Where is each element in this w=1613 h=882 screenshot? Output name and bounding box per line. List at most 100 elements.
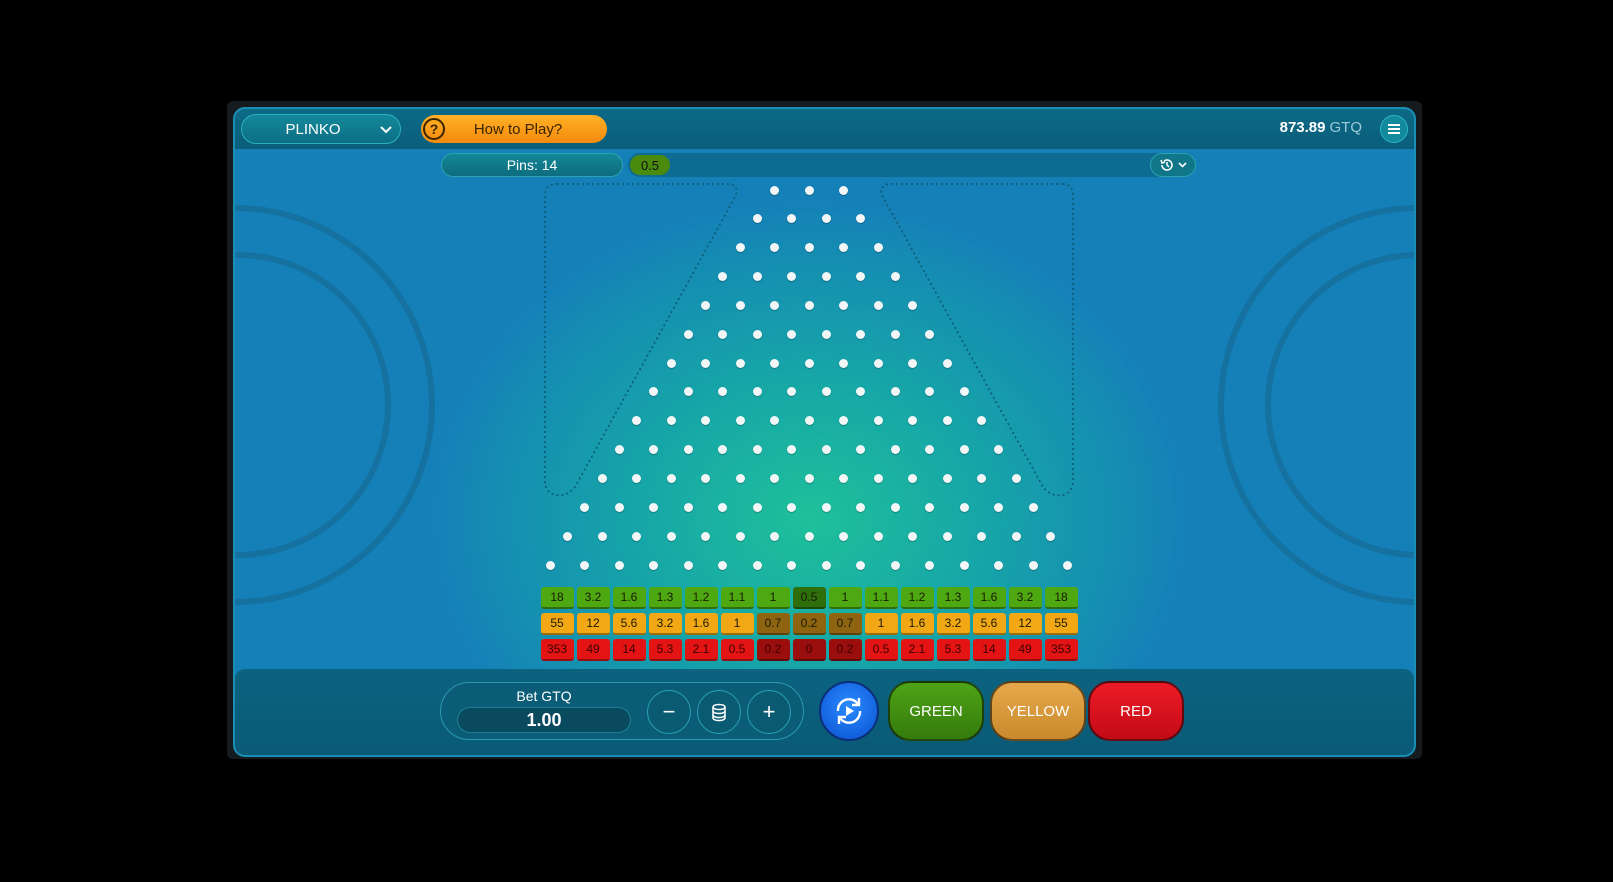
peg [839,300,848,310]
autoplay-icon [836,698,862,724]
peg [804,185,814,195]
peg [752,445,762,455]
green-multiplier-cell: 1 [828,587,862,609]
peg [942,358,952,368]
peg [821,560,831,570]
red-multiplier-cell: 5.3 [936,639,970,661]
yellow-multiplier-cell: 0.2 [792,613,826,635]
green-multiplier-cell: 1 [756,587,790,609]
peg [666,531,676,541]
peg [856,329,866,339]
green-multiplier-cell: 1.1 [864,587,898,609]
bet-panel: Bet GTQ 1.00 − + [440,682,804,740]
peg [545,560,555,570]
yellow-multiplier-cell: 0.7 [828,613,862,635]
peg [804,243,814,253]
red-multiplier-cell: 49 [1008,639,1042,661]
decrease-bet-button[interactable]: − [647,690,691,734]
yellow-multiplier-cell: 12 [1008,613,1042,635]
green-multiplier-cell: 1.6 [972,587,1006,609]
peg [701,474,710,483]
peg [994,560,1004,570]
red-multiplier-cell: 0 [792,639,826,661]
red-button-label: RED [1120,702,1152,720]
peg [942,416,952,426]
peg [787,560,797,570]
green-button-label: GREEN [909,702,963,720]
peg [632,531,641,541]
peg [890,272,900,282]
bet-amount-input[interactable]: 1.00 [457,707,631,733]
peg [821,502,831,512]
peg [770,531,779,541]
peg [683,560,693,570]
red-multiplier-cell: 5.3 [648,639,682,661]
peg [701,358,710,368]
peg [908,474,917,483]
peg [873,300,883,310]
red-multiplier-cell: 14 [972,639,1006,661]
peg [1011,531,1021,541]
peg [752,560,762,570]
coin-stack-icon [712,703,726,722]
minus-icon: − [662,699,676,724]
bottom-bar: Bet GTQ 1.00 − + GREEN YELLOW RED [235,669,1414,755]
red-multiplier-cell: 353 [540,639,574,661]
yellow-multiplier-cell: 12 [576,613,610,635]
peg [1028,560,1038,570]
peg [839,474,848,483]
red-multiplier-cell: 353 [1044,639,1078,661]
peg [770,358,779,368]
yellow-button-label: YELLOW [1006,702,1070,720]
autoplay-button[interactable] [819,681,879,741]
peg [666,474,676,483]
peg [614,560,624,570]
peg [1028,502,1038,512]
peg [770,185,779,195]
increase-bet-button[interactable]: + [747,690,791,734]
peg [735,416,745,426]
peg [649,560,659,570]
green-multiplier-cell: 18 [1044,587,1078,609]
yellow-multiplier-cell: 3.2 [936,613,970,635]
peg [942,531,952,541]
peg [959,445,969,455]
peg [701,531,710,541]
red-multiplier-cell: 0.5 [720,639,754,661]
bet-presets-button[interactable] [697,690,741,734]
bet-label: Bet GTQ [516,688,572,704]
green-multiplier-cell: 1.6 [612,587,646,609]
red-multiplier-cell: 0.5 [864,639,898,661]
peg [873,358,883,368]
green-multiplier-cell: 3.2 [1008,587,1042,609]
peg [821,445,831,455]
red-multiplier-cell: 2.1 [684,639,718,661]
peg [804,300,814,310]
peg [580,560,590,570]
green-multiplier-cell: 1.3 [648,587,682,609]
peg [839,531,848,541]
peg [908,358,917,368]
yellow-multiplier-cell: 3.2 [648,613,682,635]
peg [683,445,693,455]
red-drop-button[interactable]: RED [1088,681,1184,741]
peg [890,329,900,339]
peg [1063,560,1073,570]
peg [821,329,831,339]
peg [804,358,814,368]
peg [890,445,900,455]
game-area: PLINKO ? How to Play? 873.89 GTQ Pins: 14… [233,107,1416,757]
red-multiplier-cell: 2.1 [900,639,934,661]
yellow-drop-button[interactable]: YELLOW [990,681,1086,741]
peg [718,329,728,339]
green-multiplier-cell: 1.2 [684,587,718,609]
green-drop-button[interactable]: GREEN [888,681,984,741]
peg [821,272,831,282]
peg [873,531,883,541]
red-multiplier-cell: 0.2 [756,639,790,661]
plus-icon: + [762,699,776,724]
peg [908,300,917,310]
peg [839,185,848,195]
peg [735,531,745,541]
peg [770,300,779,310]
